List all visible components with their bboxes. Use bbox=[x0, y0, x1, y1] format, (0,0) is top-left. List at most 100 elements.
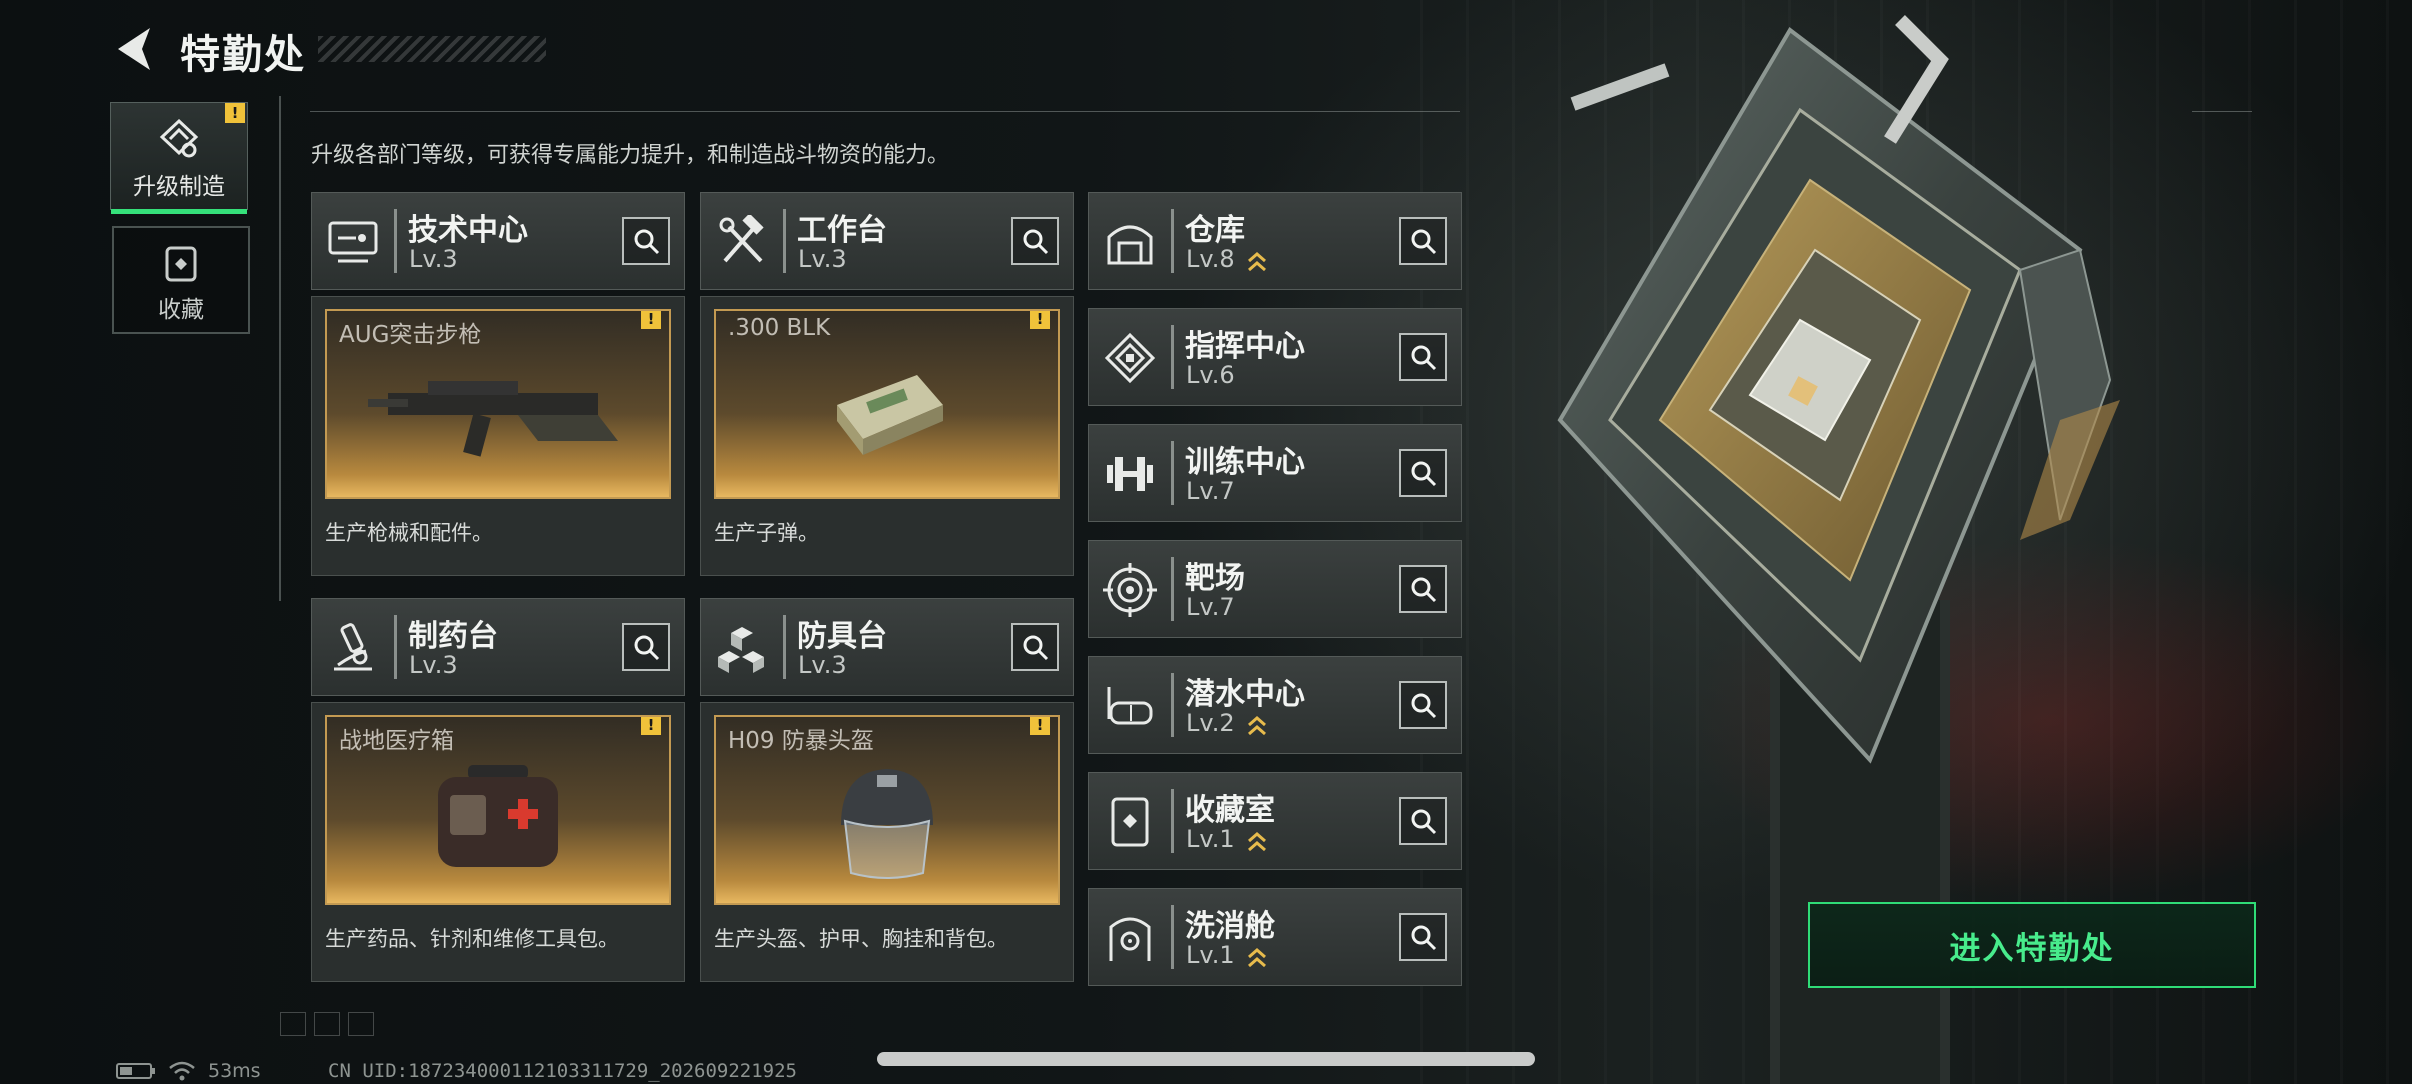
separator bbox=[1171, 557, 1174, 621]
search-icon bbox=[1411, 461, 1437, 487]
nav-tab-label: 升级制造 bbox=[133, 174, 225, 200]
inspect-button[interactable] bbox=[1399, 681, 1447, 729]
page-title: 特勤处 bbox=[180, 32, 306, 78]
department-row-decontamination-pod[interactable]: 洗消舱 Lv.1 bbox=[1088, 888, 1462, 986]
department-row-warehouse[interactable]: 仓库 Lv.8 bbox=[1088, 192, 1462, 290]
decorative-square bbox=[348, 1012, 374, 1036]
home-indicator-bar[interactable] bbox=[877, 1052, 1535, 1066]
search-icon bbox=[634, 635, 660, 661]
decorative-square bbox=[314, 1012, 340, 1036]
department-header[interactable]: 防具台 Lv.3 bbox=[700, 598, 1074, 696]
separator bbox=[1171, 325, 1174, 389]
search-icon bbox=[1411, 229, 1437, 255]
search-icon bbox=[1411, 693, 1437, 719]
product-description: 生产枪械和配件。 bbox=[325, 521, 493, 545]
department-level: Lv.7 bbox=[1186, 477, 1235, 505]
product-description: 生产头盔、护甲、胸挂和背包。 bbox=[714, 927, 1008, 951]
search-icon bbox=[1411, 925, 1437, 951]
search-icon bbox=[1411, 345, 1437, 371]
product-slot[interactable]: .300 BLK ! bbox=[714, 309, 1060, 499]
product-name: .300 BLK bbox=[728, 315, 831, 341]
separator bbox=[1171, 905, 1174, 969]
upgrade-available-icon bbox=[1248, 716, 1266, 736]
inspect-button[interactable] bbox=[1399, 565, 1447, 613]
inspect-button[interactable] bbox=[1011, 623, 1059, 671]
alert-badge: ! bbox=[225, 103, 245, 123]
diving-mask-icon bbox=[1107, 687, 1153, 725]
department-name: 工作台 bbox=[797, 213, 887, 248]
ping-value: 53ms bbox=[208, 1060, 261, 1082]
alert-badge: ! bbox=[641, 311, 661, 329]
back-arrow-icon[interactable] bbox=[110, 22, 158, 76]
inspect-button[interactable] bbox=[622, 623, 670, 671]
department-name: 靶场 bbox=[1185, 561, 1245, 596]
search-icon bbox=[1411, 809, 1437, 835]
alert-badge: ! bbox=[1030, 717, 1050, 735]
department-name: 洗消舱 bbox=[1185, 909, 1275, 944]
inspect-button[interactable] bbox=[1399, 217, 1447, 265]
warehouse-icon bbox=[1107, 225, 1153, 265]
tech-center-icon bbox=[328, 221, 378, 263]
product-name: AUG突击步枪 bbox=[339, 322, 482, 348]
production-panel: 战地医疗箱 ! 生产药品、针剂和维修工具包。 bbox=[311, 702, 685, 982]
enter-special-ops-button[interactable]: 进入特勤处 bbox=[1808, 902, 2256, 988]
department-row-diving-center[interactable]: 潜水中心 Lv.2 bbox=[1088, 656, 1462, 754]
department-level: Lv.8 bbox=[1186, 245, 1235, 273]
department-row-shooting-range[interactable]: 靶场 Lv.7 bbox=[1088, 540, 1462, 638]
department-level: Lv.1 bbox=[1186, 825, 1235, 853]
product-description: 生产子弹。 bbox=[714, 521, 819, 545]
decorative-square bbox=[280, 1012, 306, 1036]
product-slot[interactable]: H09 防暴头盔 ! bbox=[714, 715, 1060, 905]
nav-tab-upgrade-manufacture[interactable]: ! 升级制造 bbox=[110, 102, 248, 214]
product-slot[interactable]: 战地医疗箱 ! bbox=[325, 715, 671, 905]
wifi-icon bbox=[169, 1061, 195, 1081]
department-level: Lv.3 bbox=[798, 245, 847, 273]
department-row-command-center[interactable]: 指挥中心 Lv.6 bbox=[1088, 308, 1462, 406]
department-header[interactable]: 制药台 Lv.3 bbox=[311, 598, 685, 696]
department-name: 潜水中心 bbox=[1185, 677, 1305, 712]
product-name: H09 防暴头盔 bbox=[728, 728, 874, 754]
separator bbox=[394, 209, 397, 273]
department-level: Lv.3 bbox=[798, 651, 847, 679]
inspect-button[interactable] bbox=[1399, 797, 1447, 845]
production-panel: AUG突击步枪 ! 生产枪械和配件。 bbox=[311, 296, 685, 576]
nav-tab-label: 收藏 bbox=[158, 297, 204, 323]
user-uid: CN UID:18723400011210331172​9_2026092219… bbox=[328, 1060, 797, 1082]
collection-room-icon bbox=[1111, 797, 1149, 847]
department-header[interactable]: 技术中心 Lv.3 bbox=[311, 192, 685, 290]
inspect-button[interactable] bbox=[1399, 449, 1447, 497]
inspect-button[interactable] bbox=[622, 217, 670, 265]
search-icon bbox=[1023, 229, 1049, 255]
department-row-collection-room[interactable]: 收藏室 Lv.1 bbox=[1088, 772, 1462, 870]
department-row-training-center[interactable]: 训练中心 Lv.7 bbox=[1088, 424, 1462, 522]
hammer-wrench-icon bbox=[719, 215, 764, 263]
inspect-button[interactable] bbox=[1011, 217, 1059, 265]
department-header[interactable]: 工作台 Lv.3 bbox=[700, 192, 1074, 290]
medkit-icon bbox=[438, 765, 558, 867]
department-level: Lv.2 bbox=[1186, 709, 1235, 737]
divider-line bbox=[2192, 111, 2252, 112]
product-slot[interactable]: AUG突击步枪 ! bbox=[325, 309, 671, 499]
inspect-button[interactable] bbox=[1399, 913, 1447, 961]
upgrade-manufacture-icon bbox=[159, 118, 199, 158]
command-center-icon bbox=[1104, 332, 1156, 384]
search-icon bbox=[634, 229, 660, 255]
helmet-icon bbox=[841, 769, 933, 879]
separator bbox=[783, 615, 786, 679]
separator bbox=[1171, 209, 1174, 273]
department-name: 制药台 bbox=[408, 619, 498, 654]
upgrade-available-icon bbox=[1248, 948, 1266, 968]
rifle-icon bbox=[368, 381, 618, 457]
nav-tab-collection[interactable]: 收藏 bbox=[112, 226, 250, 334]
inspect-button[interactable] bbox=[1399, 333, 1447, 381]
page-description: 升级各部门等级，可获得专属能力提升，和制造战斗物资的能力。 bbox=[311, 143, 950, 168]
title-decoration bbox=[318, 36, 546, 62]
department-name: 技术中心 bbox=[408, 213, 528, 248]
cubes-icon bbox=[718, 627, 764, 673]
microscope-icon bbox=[334, 623, 372, 671]
department-level: Lv.7 bbox=[1186, 593, 1235, 621]
department-name: 收藏室 bbox=[1185, 793, 1275, 828]
product-name: 战地医疗箱 bbox=[339, 728, 454, 754]
department-level: Lv.3 bbox=[409, 245, 458, 273]
department-name: 仓库 bbox=[1185, 213, 1245, 248]
